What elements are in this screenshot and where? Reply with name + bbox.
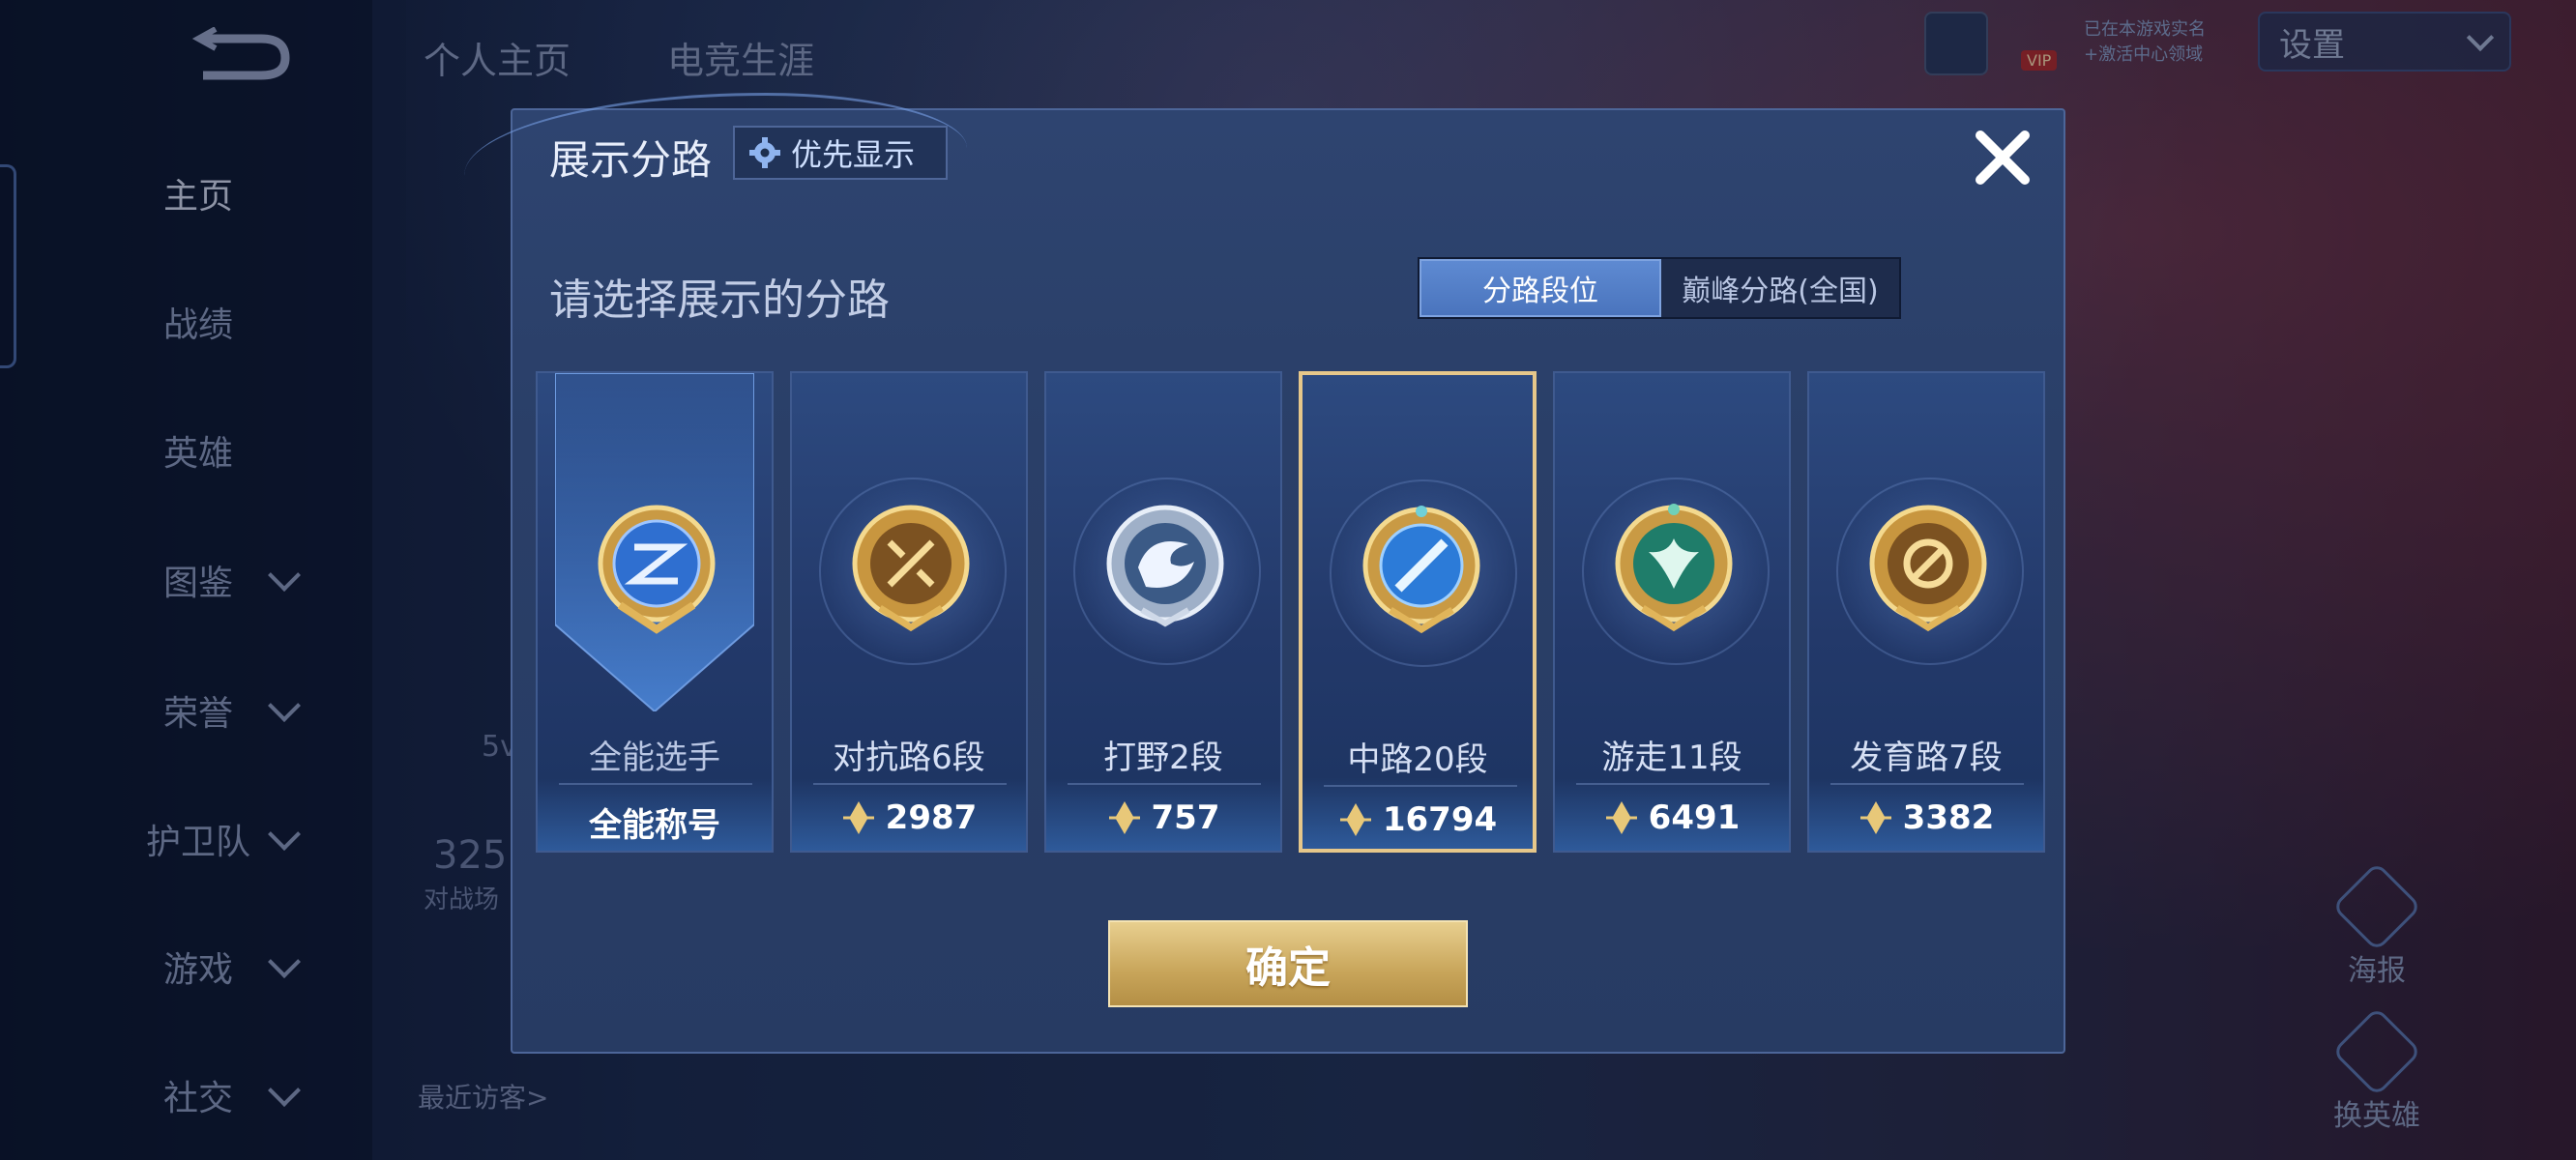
lane-name: 发育路7段	[1850, 739, 2003, 777]
clash-lane-badge-icon	[852, 505, 970, 632]
confirm-button[interactable]: 确定	[1108, 920, 1468, 1007]
rank-points-icon	[1605, 800, 1637, 835]
lane-card-clash[interactable]: 对抗路6段 2987	[790, 371, 1028, 853]
lane-score-value: 757	[1151, 798, 1220, 837]
lane-score: 757	[1046, 798, 1280, 837]
lane-score-value: 6491	[1648, 798, 1741, 837]
rank-points-icon	[1859, 800, 1891, 835]
close-button[interactable]	[1969, 124, 2036, 191]
lane-name: 全能选手	[589, 739, 720, 777]
lane-card-roam[interactable]: 游走11段 6491	[1553, 371, 1791, 853]
divider	[1324, 785, 1517, 787]
rank-points-icon	[842, 800, 874, 835]
lane-mode-toggle: 分路段位 巅峰分路(全国)	[1418, 257, 1901, 319]
lane-name: 打野2段	[1103, 739, 1223, 777]
priority-display-label: 优先显示	[791, 136, 916, 173]
lane-score: 3382	[1809, 798, 2043, 837]
lane-display-dialog: 展示分路 优先显示 请选择展示的分路 分路段位 巅峰分路(全国) 全能选手 全能…	[464, 93, 2065, 1054]
close-icon	[1976, 130, 2030, 185]
lane-score: 全能称号	[538, 798, 772, 846]
lane-name: 游走11段	[1601, 739, 1742, 777]
divider	[1576, 783, 1770, 785]
lane-score: 6491	[1555, 798, 1789, 837]
lane-score-value: 16794	[1382, 800, 1498, 839]
farm-lane-badge-icon	[1869, 505, 1987, 632]
lane-name: 中路20段	[1347, 740, 1488, 779]
lane-card-mid[interactable]: 中路20段 16794	[1299, 371, 1537, 853]
lane-card-all-round[interactable]: 全能选手 全能称号	[536, 371, 774, 853]
lane-card-farm[interactable]: 发育路7段 3382	[1807, 371, 2045, 853]
lane-score: 16794	[1303, 800, 1533, 839]
dialog-title: 展示分路	[549, 136, 713, 184]
rank-points-icon	[1339, 802, 1371, 837]
lane-score-value: 全能称号	[589, 806, 720, 845]
rank-points-icon	[1108, 800, 1140, 835]
mid-lane-badge-icon	[1362, 506, 1480, 634]
divider	[813, 783, 1007, 785]
roam-badge-icon	[1615, 504, 1733, 632]
lane-name: 对抗路6段	[833, 739, 985, 777]
lane-card-jungle[interactable]: 打野2段 757	[1044, 371, 1282, 853]
lane-score-value: 3382	[1902, 798, 1995, 837]
toggle-peak-lane[interactable]: 巅峰分路(全国)	[1661, 259, 1899, 317]
divider	[1830, 783, 2024, 785]
all-round-badge-icon	[598, 505, 716, 634]
toggle-lane-rank[interactable]: 分路段位	[1420, 259, 1661, 317]
divider	[1068, 783, 1261, 785]
divider	[559, 783, 752, 785]
jungle-badge-icon	[1106, 505, 1224, 627]
lane-score-value: 2987	[885, 798, 978, 837]
dialog-subtitle: 请选择展示的分路	[549, 276, 890, 325]
gear-icon	[749, 137, 780, 168]
lane-score: 2987	[792, 798, 1026, 837]
priority-display-button[interactable]: 优先显示	[733, 126, 948, 180]
